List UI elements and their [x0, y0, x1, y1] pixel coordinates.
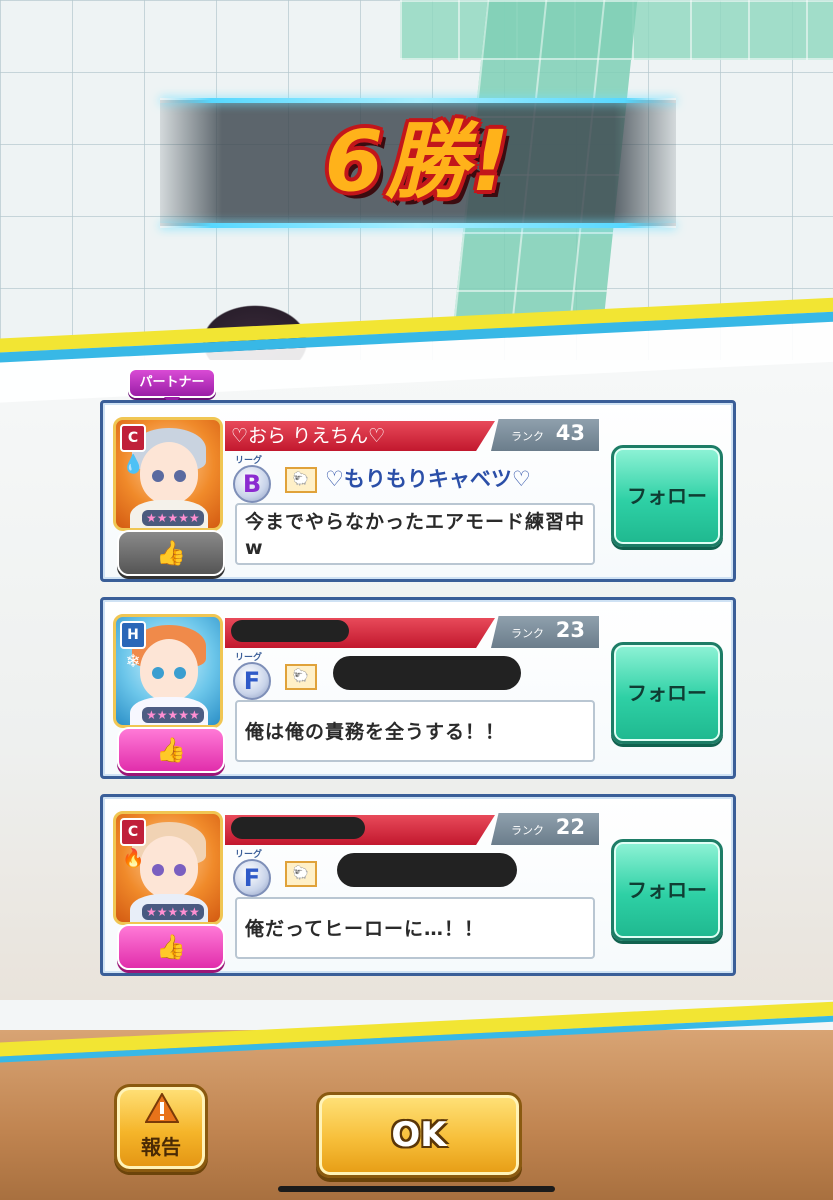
- avatar-eye: [174, 864, 186, 876]
- emblem-icon: 🐑: [285, 861, 317, 887]
- ok-button[interactable]: OK: [316, 1092, 522, 1178]
- like-button[interactable]: 👍: [117, 924, 225, 970]
- avatar-eye: [152, 667, 164, 679]
- snowflake-icon: ❄: [125, 651, 141, 672]
- rank-label: ランク: [511, 627, 544, 640]
- warning-icon: [145, 1093, 179, 1123]
- star-rating: ★★★★★: [142, 904, 204, 920]
- league-badge: リーグ F: [231, 652, 273, 700]
- player-card: C 🔥 ★★★★★ 👍 ランク 22 リーグ F 🐑 俺だってヒーローに…！！ …: [100, 794, 736, 976]
- league-label: リーグ: [235, 653, 263, 663]
- avatar-face: [140, 639, 198, 701]
- like-button[interactable]: 👍: [117, 727, 225, 773]
- avatar-eye: [152, 470, 164, 482]
- star-rating: ★★★★★: [142, 707, 204, 723]
- emblem-icon: 🐑: [285, 664, 317, 690]
- redacted-team: [337, 853, 517, 887]
- league-letter: F: [233, 859, 271, 897]
- star-rating: ★★★★★: [142, 510, 204, 526]
- league-letter: B: [233, 465, 271, 503]
- follow-button[interactable]: フォロー: [611, 839, 723, 941]
- rank-label: ランク: [511, 824, 544, 837]
- thumbs-up-icon: 👍: [156, 933, 186, 961]
- like-button[interactable]: 👍: [117, 530, 225, 576]
- league-badge: リーグ F: [231, 849, 273, 897]
- emblem-icon: 🐑: [285, 467, 317, 493]
- follow-button[interactable]: フォロー: [611, 445, 723, 547]
- redacted-name: [231, 620, 349, 642]
- win-banner: 6勝!: [160, 98, 676, 228]
- rank-box: ランク 22: [491, 813, 599, 845]
- team-name: ♡もりもりキャベツ♡: [325, 467, 531, 491]
- rank-number: 22: [555, 815, 585, 839]
- report-button[interactable]: 報告: [114, 1084, 208, 1172]
- player-message: 俺だってヒーローに…！！: [235, 897, 595, 959]
- thumbs-up-icon: 👍: [156, 539, 186, 567]
- partner-tag: パートナー: [128, 368, 216, 407]
- avatar-eye: [174, 667, 186, 679]
- fire-icon: 🔥: [122, 848, 145, 869]
- rank-number: 43: [555, 421, 585, 445]
- win-count-text: 6勝!: [324, 112, 512, 210]
- player-name: ♡おら りえちん♡: [231, 425, 386, 447]
- league-letter: F: [233, 662, 271, 700]
- home-indicator[interactable]: [278, 1186, 555, 1192]
- rarity-badge: H: [120, 621, 146, 649]
- rank-number: 23: [555, 618, 585, 642]
- redacted-name: [231, 817, 365, 839]
- player-card: H ❄ ★★★★★ 👍 ランク 23 リーグ F 🐑 俺は俺の責務を全うする！！…: [100, 597, 736, 779]
- avatar-face: [140, 442, 198, 504]
- player-message: 俺は俺の責務を全うする！！: [235, 700, 595, 762]
- redacted-team: [333, 656, 521, 690]
- player-card: C 💧 ★★★★★ 👍 ♡おら りえちん♡ ランク 43 リーグ B 🐑 ♡もり…: [100, 400, 736, 582]
- follow-button[interactable]: フォロー: [611, 642, 723, 744]
- thumbs-up-icon: 👍: [156, 736, 186, 764]
- rank-box: ランク 23: [491, 616, 599, 648]
- avatar-face: [140, 836, 198, 898]
- league-badge: リーグ B: [231, 455, 273, 503]
- avatar-eye: [152, 864, 164, 876]
- character-avatar[interactable]: C 🔥 ★★★★★: [113, 811, 223, 925]
- league-label: リーグ: [235, 850, 263, 860]
- rank-box: ランク 43: [491, 419, 599, 451]
- rank-label: ランク: [511, 430, 544, 443]
- player-message: 今までやらなかったエアモード練習中w: [235, 503, 595, 565]
- league-label: リーグ: [235, 456, 263, 466]
- rarity-badge: C: [120, 424, 146, 452]
- character-avatar[interactable]: C 💧 ★★★★★: [113, 417, 223, 531]
- water-drop-icon: 💧: [122, 454, 145, 475]
- rarity-badge: C: [120, 818, 146, 846]
- avatar-eye: [174, 470, 186, 482]
- character-avatar[interactable]: H ❄ ★★★★★: [113, 614, 223, 728]
- player-name-bar: ♡おら りえちん♡: [225, 421, 495, 451]
- report-label: 報告: [141, 1135, 181, 1159]
